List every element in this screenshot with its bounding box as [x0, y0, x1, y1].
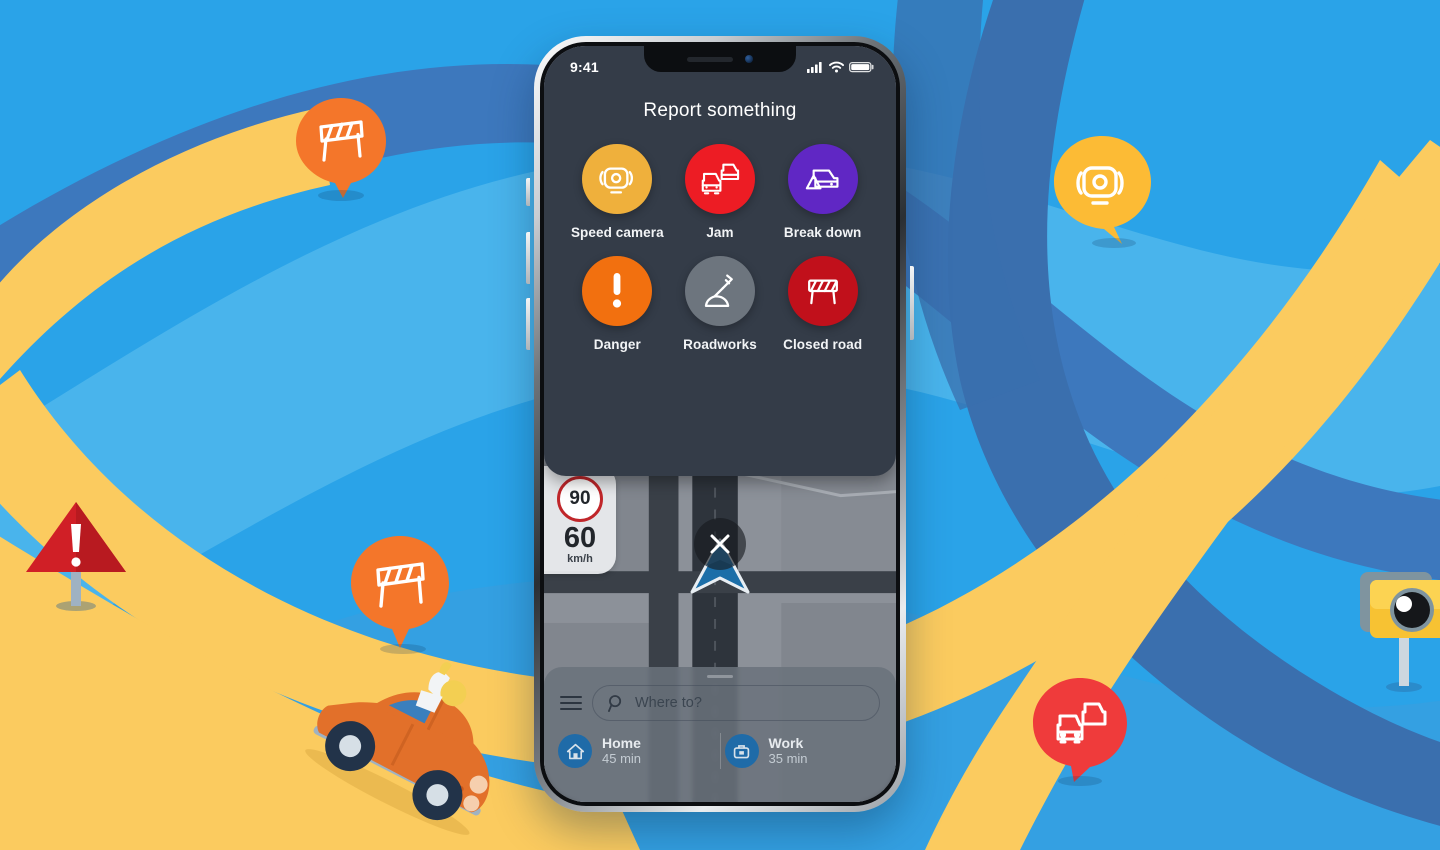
- close-report-button[interactable]: [694, 518, 746, 570]
- camera-box-icon: [1360, 572, 1440, 692]
- device-notch: [644, 46, 796, 72]
- search-icon: [607, 694, 622, 712]
- cellular-signal-icon: [807, 62, 822, 73]
- report-option-jam[interactable]: Jam: [669, 144, 772, 240]
- front-camera: [745, 55, 753, 63]
- status-bar-icons: [807, 61, 874, 73]
- illustration-stage: 90 60 km/h Where to? Home 45 min Work 35…: [0, 0, 1440, 850]
- traffic-jam-icon: [701, 163, 740, 195]
- pin-shadow: [318, 190, 364, 201]
- phone-device: 90 60 km/h Where to? Home 45 min Work 35…: [526, 36, 914, 812]
- status-bar: 9:41: [544, 46, 896, 82]
- volume-down-button[interactable]: [526, 298, 530, 350]
- report-sheet: 9:41 Report something Speed camera Jam B…: [544, 46, 896, 476]
- bottom-panel: Where to? Home 45 min Work 35 min: [544, 667, 896, 802]
- shortcut-work-title: Work: [768, 735, 804, 752]
- report-option-label: Jam: [706, 225, 734, 240]
- speed-camera-icon: [599, 167, 634, 194]
- report-option-label: Roadworks: [683, 337, 757, 352]
- status-bar-time: 9:41: [570, 59, 599, 75]
- orange-car-illustration: [296, 656, 516, 846]
- report-option-label: Break down: [783, 225, 862, 240]
- earpiece-speaker: [687, 56, 733, 62]
- report-option-label: Speed camera: [570, 225, 664, 240]
- map-pin-speed-camera-right: [1052, 134, 1156, 252]
- car-icon: [305, 662, 490, 835]
- roadworks-icon: [704, 274, 733, 308]
- exclamation-icon: [613, 273, 622, 308]
- speed-panel: 90 60 km/h: [544, 466, 616, 574]
- pin-shadow: [1058, 776, 1102, 786]
- barrier-icon: [319, 120, 364, 162]
- pin-shadow: [380, 644, 426, 654]
- roadworks-disc: [684, 256, 755, 326]
- briefcase-icon: [724, 734, 759, 768]
- breakdown-disc: [787, 144, 858, 214]
- shortcut-home-eta: 45 min: [602, 751, 642, 767]
- barrier-icon: [376, 562, 425, 608]
- speed-limit-sign: 90: [557, 475, 603, 522]
- current-speed-value: 60: [563, 521, 597, 554]
- shortcut-divider: [719, 733, 721, 769]
- report-option-closed-road[interactable]: Closed road: [771, 256, 874, 352]
- hamburger-menu-icon[interactable]: [560, 696, 582, 710]
- page-title: Report something: [643, 100, 797, 121]
- report-option-label: Danger: [593, 337, 641, 352]
- search-row: Where to?: [544, 678, 896, 721]
- report-option-danger[interactable]: Danger: [566, 256, 669, 352]
- warning-triangle-sign: [18, 484, 138, 614]
- closed-road-disc: [787, 256, 858, 326]
- speed-camera-icon: [1076, 166, 1124, 205]
- shortcut-home-title: Home: [602, 735, 641, 752]
- breakdown-car-icon: [805, 169, 839, 190]
- shortcut-home[interactable]: Home 45 min: [558, 734, 716, 768]
- report-option-label: Closed road: [783, 337, 863, 352]
- mute-switch[interactable]: [526, 178, 530, 206]
- report-option-speed-camera[interactable]: Speed camera: [566, 144, 669, 240]
- pin-shadow: [1092, 238, 1136, 248]
- speed-camera-disc: [582, 144, 653, 214]
- jam-disc: [684, 144, 755, 214]
- shortcut-work[interactable]: Work 35 min: [724, 734, 883, 768]
- volume-up-button[interactable]: [526, 232, 530, 284]
- traffic-jam-icon: [1056, 702, 1107, 744]
- map-pin-jam-bottom-right: [1030, 676, 1130, 788]
- search-placeholder: Where to?: [635, 695, 702, 711]
- warning-triangle-icon: [26, 502, 126, 611]
- map-pin-roadworks-left: [348, 534, 452, 656]
- report-option-roadworks[interactable]: Roadworks: [669, 256, 772, 352]
- phone-screen: 90 60 km/h Where to? Home 45 min Work 35…: [544, 46, 896, 802]
- report-options-grid: Speed camera Jam Break down Danger Roadw…: [544, 144, 896, 352]
- report-option-break-down[interactable]: Break down: [771, 144, 874, 240]
- speed-camera-box: [1356, 556, 1440, 696]
- close-icon: [710, 534, 730, 554]
- danger-disc: [582, 256, 653, 326]
- home-icon: [558, 734, 592, 768]
- search-input[interactable]: Where to?: [592, 685, 880, 721]
- phone-bezel: 90 60 km/h Where to? Home 45 min Work 35…: [540, 42, 900, 806]
- battery-icon: [849, 61, 874, 73]
- speed-unit-label: km/h: [567, 552, 593, 565]
- power-button[interactable]: [910, 266, 914, 340]
- map-pin-roadworks-top: [294, 96, 388, 206]
- shortcut-work-eta: 35 min: [768, 751, 808, 767]
- wifi-icon: [829, 61, 844, 73]
- barrier-icon: [807, 279, 838, 305]
- shortcuts-row: Home 45 min Work 35 min: [544, 721, 896, 769]
